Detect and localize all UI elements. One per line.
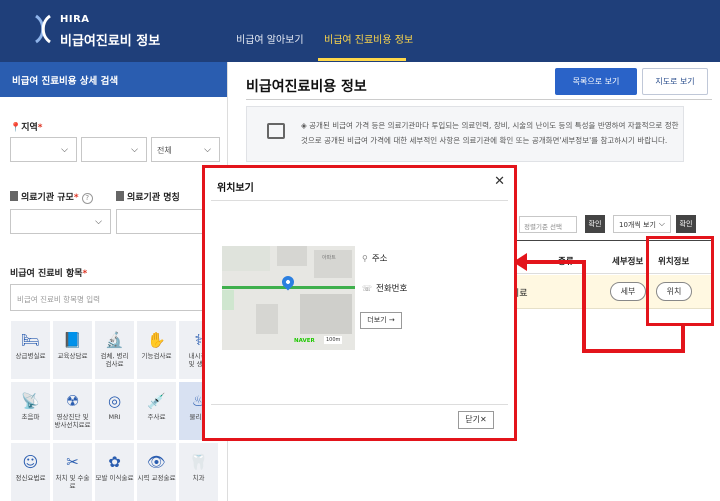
hira-logo-icon [35,14,51,44]
tile-private-room[interactable]: 🛏 상급병실료 [10,320,51,380]
tile-psychotherapy[interactable]: ☺ 정신요법료 [10,442,51,501]
inst-scale-label: 의료기관 규모* ? [10,190,93,204]
annotation-connector-vertical [582,262,586,353]
logo-title[interactable]: 비급여진료비 정보 [60,30,160,49]
sort-select[interactable]: 정렬기준 선택 [519,216,577,233]
tile-mri[interactable]: ◎ MRI [94,381,135,441]
sidebar-title: 비급여 진료비용 상세 검색 [0,62,227,97]
annotation-connector-bottom [582,349,685,353]
nav-noncovered-info[interactable]: 비급여 알아보기 [236,31,304,46]
region-select-1[interactable]: ⌵ [10,137,77,162]
annotation-arrow-shaft [525,260,586,264]
logo-abbr: HIRA [60,14,90,25]
tooth-icon: 🦷 [189,453,208,471]
tile-dental[interactable]: 🦷 치과 [178,442,219,501]
inst-name-label: 의료기관 명칭 [116,190,180,203]
building-icon [116,191,124,201]
monitor-icon [267,123,285,139]
region-label: 📍지역* [10,123,43,133]
nav-noncovered-cost[interactable]: 비급여 진료비용 정보 [324,31,413,46]
item-label: 비급여 진료비 항목* [10,269,88,279]
help-icon[interactable]: ? [81,193,93,204]
bed-icon: 🛏 [20,331,41,349]
ultrasound-icon: 📡 [21,392,40,410]
tile-education[interactable]: 📘 교육상담료 [52,320,93,380]
tile-pathology[interactable]: 🔬 검체, 병리 검사료 [94,320,135,380]
hair-icon: ✿ [108,453,121,471]
notice-text: ◈ 공개된 비급여 가격 등은 의료기관마다 투입되는 의료인력, 장비, 시술… [301,121,679,145]
tile-surgery[interactable]: ✂ 처치 및 수술료 [52,442,93,501]
tile-vision-correction[interactable]: 👁 시력 교정술료 [136,442,177,501]
title-divider [246,99,712,100]
item-search-input[interactable]: 비급여 진료비 항목명 입력 [10,284,220,311]
scalpel-icon: ✂ [66,453,79,471]
tile-injection[interactable]: 💉 주사료 [136,381,177,441]
search-sidebar: 비급여 진료비용 상세 검색 📍지역* ⌵ ⌵ 전체 ⌵ 의료기관 규모* ? 의… [0,62,228,501]
list-view-button[interactable]: 목록으로 보기 [555,68,637,95]
tile-radiology[interactable]: ☢ 영상진단 및 방사선치료료 [52,381,93,441]
building-icon [10,191,18,201]
chevron-down-icon: ⌵ [61,145,68,155]
active-nav-indicator [318,58,406,61]
chevron-down-icon: ⌵ [95,217,102,227]
annotation-location-highlight [646,236,714,326]
per-page-confirm-button[interactable]: 확인 [676,215,696,233]
sort-confirm-button[interactable]: 확인 [585,215,605,233]
per-page-select[interactable]: 10개씩 보기 ⌵ [613,215,671,233]
eye-icon: 👁 [146,453,167,471]
annotation-popup-highlight [202,165,517,441]
tile-function-test[interactable]: ✋ 기능검사료 [136,320,177,380]
region-select-3[interactable]: 전체 ⌵ [151,137,220,162]
page-title: 비급여진료비용 정보 [246,79,367,95]
chevron-down-icon: ⌵ [658,219,665,228]
region-select-2[interactable]: ⌵ [81,137,147,162]
chevron-down-icon: ⌵ [204,145,211,155]
annotation-connector-right [681,323,685,353]
detail-button[interactable]: 세부 [610,282,646,301]
notice-box: ◈ 공개된 비급여 가격 등은 의료기관마다 투입되는 의료인력, 장비, 시술… [246,106,684,162]
tile-ultrasound[interactable]: 📡 초음파 [10,381,51,441]
chevron-down-icon: ⌵ [131,145,138,155]
hand-icon: ✋ [147,331,166,349]
psych-icon: ☺ [22,453,39,471]
microscope-icon: 🔬 [105,331,124,349]
th-detail: 세부정보 [612,257,644,267]
book-icon: 📘 [63,331,82,349]
mri-icon: ◎ [107,392,122,410]
inst-scale-select[interactable]: ⌵ [10,209,111,234]
xray-icon: ☢ [65,392,80,410]
tile-hair-transplant[interactable]: ✿ 모발 이식술료 [94,442,135,501]
top-header: HIRA 비급여진료비 정보 비급여 알아보기 비급여 진료비용 정보 [0,0,720,62]
map-view-button[interactable]: 지도로 보기 [642,68,708,95]
syringe-icon: 💉 [147,392,166,410]
location-pin-icon: 📍 [10,123,22,133]
